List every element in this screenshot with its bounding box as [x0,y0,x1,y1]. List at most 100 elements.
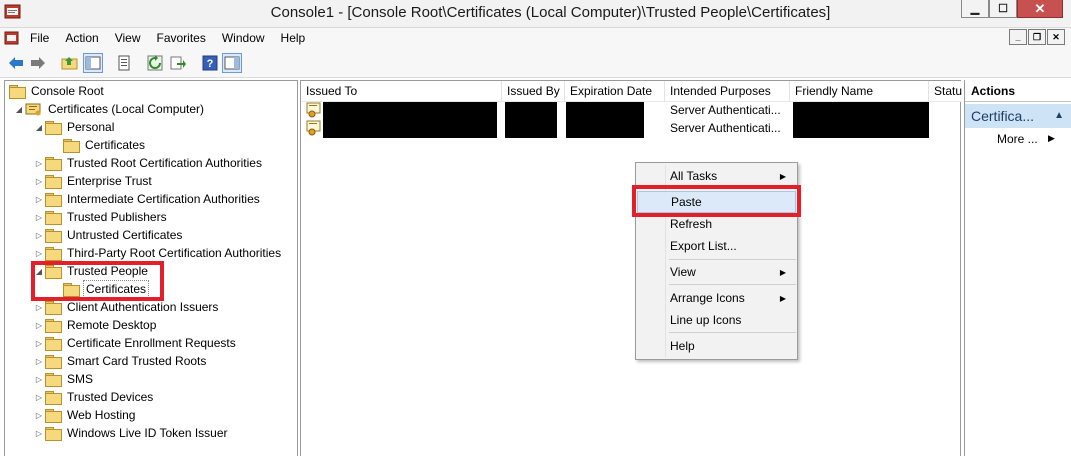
actions-section-label: Certifica... [971,108,1035,124]
maximize-button[interactable]: ☐ [989,0,1017,18]
child-window-icon[interactable] [4,30,20,46]
expand-icon[interactable]: ▷ [33,231,45,240]
menu-file[interactable]: File [22,31,57,45]
tree-item-label: Windows Live ID Token Issuer [67,426,228,440]
submenu-arrow-icon: ▶ [779,171,786,181]
folder-icon [45,426,62,441]
ctx-view[interactable]: View ▶ [637,261,796,283]
tree-item-certificates-local-computer[interactable]: ◢ Certificates (Local Computer) [13,100,206,118]
toolbar: ? [0,48,1071,78]
certificate-list[interactable]: Issued To Issued By Expiration Date Inte… [300,80,962,456]
tree-item-windows-live-id[interactable]: ▷ Windows Live ID Token Issuer [33,424,230,442]
collapse-arrow-icon[interactable]: ▲ [1054,110,1064,121]
tree-item-personal[interactable]: ◢ Personal [33,118,116,136]
collapse-icon[interactable]: ◢ [33,123,45,132]
back-icon[interactable] [6,53,26,73]
tree-item-sms[interactable]: ▷ SMS [33,370,95,388]
menu-help[interactable]: Help [273,31,314,45]
expand-icon[interactable]: ▷ [33,375,45,384]
column-header-status[interactable]: Status [929,81,962,101]
expand-icon[interactable]: ▷ [33,303,45,312]
ctx-help[interactable]: Help [637,335,796,357]
folder-icon [45,120,62,135]
ctx-line-up-icons[interactable]: Line up Icons [637,309,796,331]
ctx-item-label: Export List... [670,239,737,253]
expand-icon[interactable]: ▷ [33,195,45,204]
ctx-item-label: All Tasks [670,169,718,183]
menu-action[interactable]: Action [57,31,106,45]
tree-item-trusted-devices[interactable]: ▷ Trusted Devices [33,388,155,406]
ctx-item-label: Help [670,339,695,353]
tree-item-enterprise-trust[interactable]: ▷ Enterprise Trust [33,172,154,190]
certificate-icon [306,102,321,118]
expand-icon[interactable]: ▷ [33,321,45,330]
close-button[interactable]: ✕ [1017,0,1063,18]
tree-item-label: Enterprise Trust [67,174,152,188]
actions-pane: Actions Certifica... ▲ More ... ▶ [964,80,1071,456]
ctx-all-tasks[interactable]: All Tasks ▶ [637,165,796,187]
tree-item-personal-certificates[interactable]: Certificates [63,136,147,154]
minimize-button[interactable]: ▁ [961,0,989,18]
folder-icon [45,246,62,261]
column-header-intended-purposes[interactable]: Intended Purposes [665,81,790,101]
ctx-arrange-icons[interactable]: Arrange Icons ▶ [637,287,796,309]
tree-item-trusted-root[interactable]: ▷ Trusted Root Certification Authorities [33,154,264,172]
up-folder-icon[interactable] [60,53,80,73]
expand-icon[interactable]: ▷ [33,159,45,168]
expand-icon[interactable]: ▷ [33,177,45,186]
column-header-issued-by[interactable]: Issued By [502,81,565,101]
column-header-expiration-date[interactable]: Expiration Date [565,81,665,101]
menu-view[interactable]: View [107,31,149,45]
column-header-friendly-name[interactable]: Friendly Name [790,81,929,101]
expand-icon[interactable]: ▷ [33,213,45,222]
expand-icon[interactable]: ▷ [33,249,45,258]
actions-more[interactable]: More ... [997,132,1038,146]
expand-icon[interactable]: ▷ [33,339,45,348]
tree-item-remote-desktop[interactable]: ▷ Remote Desktop [33,316,158,334]
tree-item-trusted-publishers[interactable]: ▷ Trusted Publishers [33,208,169,226]
menu-window[interactable]: Window [214,31,273,45]
tree-item-intermediate[interactable]: ▷ Intermediate Certification Authorities [33,190,262,208]
tree-item-console-root[interactable]: Console Root [9,82,106,100]
collapse-icon[interactable]: ◢ [13,105,25,114]
actions-section-certificates[interactable]: Certifica... ▲ [965,104,1071,128]
refresh-icon[interactable] [145,53,165,73]
submenu-arrow-icon: ▶ [1048,133,1055,143]
tree-item-label: SMS [67,372,94,386]
help-icon[interactable]: ? [200,53,220,73]
ctx-item-label: Arrange Icons [670,291,745,305]
window-title: Console1 - [Console Root\Certificates (L… [270,4,831,21]
highlight-box-trusted-people [31,261,164,301]
tree-item-untrusted[interactable]: ▷ Untrusted Certificates [33,226,184,244]
tree-item-label: Trusted Root Certification Authorities [67,156,262,170]
show-hide-tree-icon[interactable] [83,53,103,73]
tree-item-smart-card-roots[interactable]: ▷ Smart Card Trusted Roots [33,352,208,370]
expand-icon[interactable]: ▷ [33,411,45,420]
actions-header: Actions [965,80,1071,102]
properties-icon[interactable] [114,53,134,73]
child-restore-button[interactable]: ❐ [1028,29,1046,45]
row-2-intended-purposes[interactable]: Server Authenticati... [670,119,788,137]
tree-item-web-hosting[interactable]: ▷ Web Hosting [33,406,137,424]
expand-icon[interactable]: ▷ [33,357,45,366]
ctx-item-label: View [670,265,696,279]
tree-item-label: Console Root [31,84,104,98]
tree-item-label: Certificate Enrollment Requests [67,336,236,350]
forward-icon[interactable] [28,53,48,73]
ctx-export-list[interactable]: Export List... [637,235,796,257]
tree-item-label: Untrusted Certificates [67,228,183,242]
child-minimize-button[interactable]: _ [1009,29,1027,45]
tree-item-enrollment-requests[interactable]: ▷ Certificate Enrollment Requests [33,334,238,352]
menu-favorites[interactable]: Favorites [149,31,214,45]
ctx-item-label: Refresh [670,217,713,231]
show-hide-action-pane-icon[interactable] [222,53,242,73]
console-tree[interactable]: Console Root ◢ Certificates (Local Compu… [4,80,298,456]
expand-icon[interactable]: ▷ [33,393,45,402]
expand-icon[interactable]: ▷ [33,429,45,438]
tree-item-label: Trusted Devices [67,390,154,404]
column-header-issued-to[interactable]: Issued To [301,81,502,101]
child-close-button[interactable]: ✕ [1047,29,1065,45]
tree-item-third-party-root[interactable]: ▷ Third-Party Root Certification Authori… [33,244,283,262]
export-list-icon[interactable] [168,53,188,73]
row-1-intended-purposes[interactable]: Server Authenticati... [670,101,788,119]
